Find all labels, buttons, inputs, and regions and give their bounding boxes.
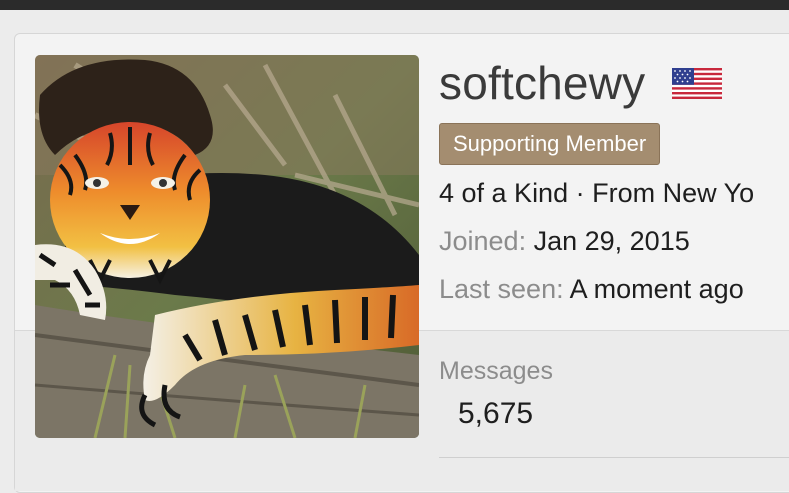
messages-label[interactable]: Messages bbox=[439, 355, 553, 387]
avatar[interactable] bbox=[35, 55, 419, 438]
joined-label: Joined: bbox=[439, 226, 527, 256]
last-seen-label: Last seen: bbox=[439, 274, 564, 304]
top-bar bbox=[0, 0, 789, 10]
status-badge: Supporting Member bbox=[439, 123, 661, 165]
us-flag-icon bbox=[672, 68, 722, 99]
user-tagline: 4 of a Kind · From New Yo bbox=[439, 178, 755, 208]
username: softchewy bbox=[439, 57, 646, 109]
joined-row: Joined: Jan 29, 2015 bbox=[439, 224, 690, 258]
last-seen-value: A moment ago bbox=[569, 274, 744, 304]
messages-count[interactable]: 5,675 bbox=[458, 396, 533, 432]
divider bbox=[439, 457, 789, 458]
joined-value: Jan 29, 2015 bbox=[533, 226, 690, 256]
last-seen-row: Last seen: A moment ago bbox=[439, 272, 744, 306]
